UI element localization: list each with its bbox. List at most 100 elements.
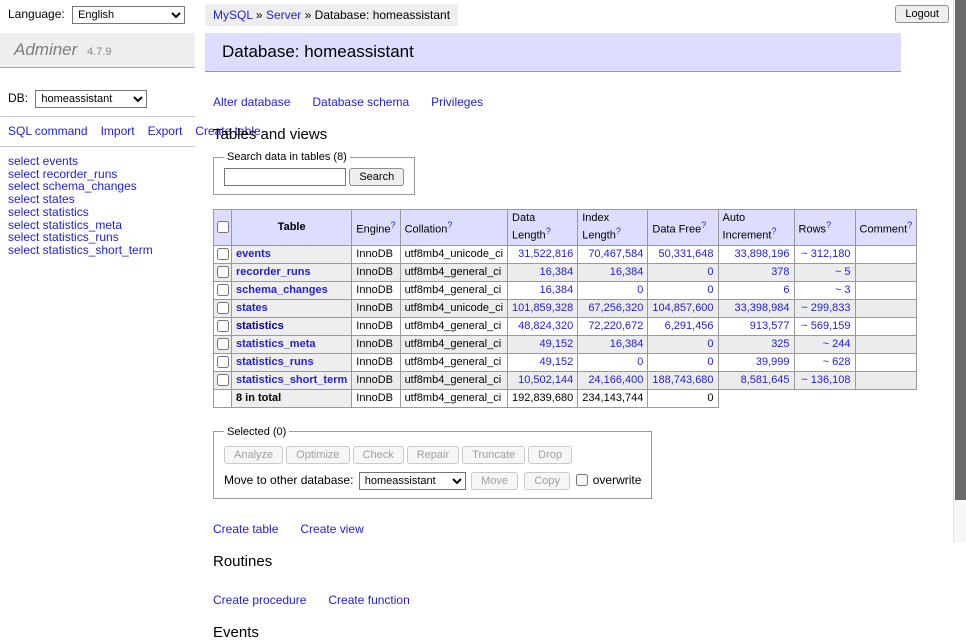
rows-link[interactable]: ~ 569,159 — [801, 320, 850, 332]
index_length-link[interactable]: 16,384 — [610, 266, 644, 278]
data_free-cell: 6,291,456 — [648, 317, 718, 335]
scrollbar-thumb[interactable] — [955, 0, 966, 500]
database-action-link[interactable]: Privileges — [431, 95, 483, 109]
auto_increment-link[interactable]: 8,581,645 — [741, 374, 790, 386]
column-help-link[interactable]: ? — [826, 220, 831, 230]
overwrite-checkbox[interactable] — [576, 474, 588, 486]
auto_increment-link[interactable]: 33,398,984 — [734, 302, 789, 314]
rows-link[interactable]: ~ 3 — [835, 284, 851, 296]
data_length-link[interactable]: 101,859,328 — [512, 302, 573, 314]
data_free-link[interactable]: 188,743,680 — [652, 374, 713, 386]
scrollbar-track[interactable] — [953, 0, 966, 543]
data_free-link[interactable]: 0 — [707, 356, 713, 368]
index_length-link[interactable]: 24,166,400 — [588, 374, 643, 386]
auto_increment-link[interactable]: 33,898,196 — [734, 248, 789, 260]
table-name-link[interactable]: states — [236, 302, 268, 314]
select-all-checkbox[interactable] — [217, 221, 229, 233]
index_length-link[interactable]: 0 — [637, 356, 643, 368]
selected-op-button[interactable]: Repair — [407, 446, 459, 464]
breadcrumb-server-link[interactable]: Server — [266, 8, 301, 22]
data_free-link[interactable]: 0 — [707, 284, 713, 296]
create-link[interactable]: Create view — [300, 522, 363, 536]
move-db-select[interactable]: homeassistant — [359, 472, 466, 490]
column-header: Collation? — [400, 210, 507, 246]
auto_increment-link[interactable]: 39,999 — [756, 356, 790, 368]
rows-link[interactable]: ~ 312,180 — [801, 248, 850, 260]
row-checkbox[interactable] — [217, 374, 229, 386]
selected-op-button[interactable]: Optimize — [286, 446, 349, 464]
language-select[interactable]: English — [72, 6, 185, 24]
routine-link[interactable]: Create function — [328, 593, 409, 607]
logout-button[interactable]: Logout — [895, 5, 949, 23]
column-help-link[interactable]: ? — [616, 226, 621, 236]
row-checkbox[interactable] — [217, 338, 229, 350]
create-link[interactable]: Create table — [213, 522, 278, 536]
search-input[interactable] — [224, 168, 346, 186]
row-checkbox[interactable] — [217, 320, 229, 332]
data_free-link[interactable]: 50,331,648 — [658, 248, 713, 260]
data_length-link[interactable]: 16,384 — [540, 266, 574, 278]
data_free-link[interactable]: 0 — [707, 338, 713, 350]
table-name-link[interactable]: schema_changes — [236, 284, 328, 296]
table-name-link[interactable]: events — [236, 248, 271, 260]
sidebar-table-list: select eventsselect recorder_runsselect … — [0, 147, 195, 265]
index_length-link[interactable]: 16,384 — [610, 338, 644, 350]
sidebar-action-link[interactable]: Export — [148, 124, 183, 138]
row-checkbox[interactable] — [217, 356, 229, 368]
data_length-link[interactable]: 16,384 — [540, 284, 574, 296]
search-button[interactable]: Search — [349, 168, 404, 186]
table-name-link[interactable]: statistics_meta — [236, 338, 316, 350]
data_length-link[interactable]: 48,824,320 — [518, 320, 573, 332]
rows-link[interactable]: ~ 628 — [823, 356, 851, 368]
table-name-link[interactable]: statistics_short_term — [236, 374, 347, 386]
data_length-link[interactable]: 49,152 — [540, 356, 574, 368]
sidebar-action-link[interactable]: Import — [101, 124, 135, 138]
column-help-link[interactable]: ? — [447, 220, 452, 230]
data_free-link[interactable]: 104,857,600 — [652, 302, 713, 314]
row-checkbox[interactable] — [217, 302, 229, 314]
index_length-link[interactable]: 0 — [637, 284, 643, 296]
auto_increment-link[interactable]: 6 — [783, 284, 789, 296]
table-name-link[interactable]: statistics — [236, 320, 284, 332]
selected-op-button[interactable]: Drop — [528, 446, 572, 464]
overwrite-label[interactable]: overwrite — [593, 473, 642, 487]
sidebar-select-link[interactable]: select statistics_short_term — [8, 243, 153, 257]
rows-link[interactable]: ~ 244 — [823, 338, 851, 350]
move-button[interactable]: Move — [471, 472, 518, 490]
column-help-link[interactable]: ? — [907, 220, 912, 230]
db-select[interactable]: homeassistant — [35, 90, 147, 108]
index_length-link[interactable]: 67,256,320 — [588, 302, 643, 314]
data_length-link[interactable]: 10,502,144 — [518, 374, 573, 386]
row-checkbox[interactable] — [217, 284, 229, 296]
routine-link[interactable]: Create procedure — [213, 593, 306, 607]
data_free-cell: 104,857,600 — [648, 299, 718, 317]
data_free-link[interactable]: 6,291,456 — [665, 320, 714, 332]
copy-button[interactable]: Copy — [524, 472, 570, 490]
selected-op-button[interactable]: Analyze — [224, 446, 283, 464]
data_free-link[interactable]: 0 — [707, 266, 713, 278]
selected-op-button[interactable]: Truncate — [462, 446, 525, 464]
row-checkbox[interactable] — [217, 266, 229, 278]
column-help-link[interactable]: ? — [546, 226, 551, 236]
index_length-link[interactable]: 70,467,584 — [588, 248, 643, 260]
data_length-link[interactable]: 49,152 — [540, 338, 574, 350]
data_length-link[interactable]: 31,522,816 — [518, 248, 573, 260]
database-action-link[interactable]: Database schema — [312, 95, 409, 109]
column-help-link[interactable]: ? — [701, 220, 706, 230]
selected-op-button[interactable]: Check — [353, 446, 404, 464]
column-help-link[interactable]: ? — [391, 220, 396, 230]
rows-link[interactable]: ~ 5 — [835, 266, 851, 278]
row-checkbox[interactable] — [217, 248, 229, 260]
sidebar-action-link[interactable]: SQL command — [8, 124, 88, 138]
breadcrumb-mysql-link[interactable]: MySQL — [213, 8, 253, 22]
rows-link[interactable]: ~ 299,833 — [801, 302, 850, 314]
auto_increment-link[interactable]: 325 — [771, 338, 789, 350]
auto_increment-link[interactable]: 913,577 — [750, 320, 790, 332]
database-action-link[interactable]: Alter database — [213, 95, 290, 109]
table-name-link[interactable]: statistics_runs — [236, 356, 314, 368]
index_length-link[interactable]: 72,220,672 — [588, 320, 643, 332]
table-name-link[interactable]: recorder_runs — [236, 266, 311, 278]
column-help-link[interactable]: ? — [771, 226, 776, 236]
auto_increment-link[interactable]: 378 — [771, 266, 789, 278]
rows-link[interactable]: ~ 136,108 — [801, 374, 850, 386]
